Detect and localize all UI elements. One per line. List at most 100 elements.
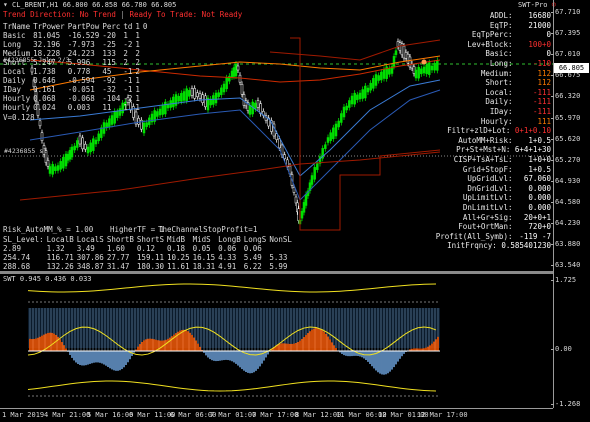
risk-table-header-cell: LocalB bbox=[46, 235, 74, 244]
risk-table-header-cell: LongS bbox=[243, 235, 267, 244]
candle-body bbox=[340, 113, 343, 123]
osc-upper-line bbox=[27, 283, 437, 293]
candle-body bbox=[116, 111, 119, 118]
candle-body bbox=[292, 187, 296, 193]
info-label: AutoMM+Risk: bbox=[458, 135, 517, 145]
tr-table-cell: 0.068 bbox=[33, 94, 56, 103]
tr-table-cell: 115 bbox=[102, 58, 116, 67]
candle-body bbox=[108, 118, 111, 127]
info-value: 21000 bbox=[528, 20, 551, 30]
tr-table-header-cell: td bbox=[123, 22, 133, 31]
candle-body bbox=[324, 144, 327, 149]
risk-table-header-row: SL_Level: LocalB LocalS ShortB ShortS MidB Mid… bbox=[3, 235, 295, 244]
candle-body bbox=[236, 65, 240, 71]
info-row: All+Gr+Sig: 20+0+1 bbox=[463, 213, 551, 222]
tr-table: TrName TrPower PartPow Perc td 1 0 Basic 81.045-… bbox=[3, 22, 150, 112]
info-row: Pr+St+Mst+N: 6+4+1+30 bbox=[456, 145, 551, 154]
candle-body bbox=[417, 66, 420, 79]
info-value: 720+0 bbox=[528, 222, 551, 232]
price-tick-label: 65.620 bbox=[550, 134, 581, 143]
candle-body bbox=[54, 166, 57, 171]
risk-table-cell: 288.68 bbox=[3, 262, 31, 271]
info-label: DnLimitLvl: bbox=[462, 203, 517, 212]
candle-body bbox=[428, 62, 431, 75]
info-label: EqTpPerc: bbox=[471, 30, 517, 40]
candle-body bbox=[185, 88, 188, 101]
tr-table-cell: Daily bbox=[3, 76, 26, 85]
tr-table-cell: -25 bbox=[102, 40, 116, 49]
risk-table-cell: 11.61 bbox=[167, 262, 190, 271]
risk-table-header-cell: NonSL bbox=[269, 235, 292, 244]
risk-table-cell: 5.99 bbox=[269, 262, 288, 271]
candle-body bbox=[406, 53, 410, 64]
info-row: Basic: 0 bbox=[485, 49, 551, 58]
info-row: Medium: 112 bbox=[481, 69, 551, 78]
time-scale[interactable]: 1 Mar 2019 4 Mar 21:00 5 Mar 16:00 6 Mar 11… bbox=[0, 408, 553, 422]
candle-body bbox=[78, 135, 82, 145]
risk-table-row: 2.89 1.32 3.49 1.60 0.12 0.18 0.05 0.06 0.06 bbox=[3, 244, 295, 253]
tr-table-cell: 1 bbox=[135, 31, 140, 40]
candle-body bbox=[228, 75, 231, 82]
price-scale[interactable]: 67.710 67.395 67.010 66.675 66.320 65.970 65.6… bbox=[550, 0, 590, 408]
info-label: DnGridLvl: bbox=[467, 183, 517, 193]
info-label: Profit(All_Symb): bbox=[435, 231, 517, 241]
tr-table-cell: 1 bbox=[135, 76, 140, 85]
candle-body bbox=[348, 100, 351, 108]
time-tick-label: 4 Mar 21:00 bbox=[44, 411, 91, 419]
risk-table-cell: 180.30 bbox=[136, 262, 165, 271]
info-label: Long: bbox=[489, 59, 517, 68]
candle-body bbox=[158, 108, 162, 116]
price-tick-label: 67.395 bbox=[550, 29, 581, 38]
risk-table-row: 288.68 132.26 348.87 31.47 180.30 11.61 18.31 4… bbox=[3, 262, 295, 271]
candle-body bbox=[46, 160, 50, 167]
osc-tick-label: -1.268 bbox=[550, 400, 581, 408]
candle-body bbox=[326, 137, 330, 143]
candle-body bbox=[350, 95, 354, 105]
info-value: -110 bbox=[532, 59, 551, 68]
candle-body bbox=[334, 123, 338, 137]
info-value: 16680 bbox=[528, 11, 551, 20]
info-value: 0 bbox=[546, 49, 551, 59]
info-row: CISP+TsA+TsL: 1+0+0 bbox=[454, 155, 551, 164]
candle-body bbox=[420, 68, 423, 75]
tr-table-header-row: TrName TrPower PartPow Perc td 1 0 bbox=[3, 22, 150, 31]
candle-body bbox=[201, 94, 204, 103]
candle-body bbox=[345, 105, 348, 111]
risk-table-header-cell: LongB bbox=[218, 235, 241, 244]
tr-table-cell: 2 bbox=[123, 49, 128, 58]
oscillator-pane[interactable]: SWT 0.945 0.436 0.033 bbox=[0, 274, 553, 408]
candle-body bbox=[70, 146, 74, 158]
tr-table-cell: -0.068 bbox=[67, 94, 95, 103]
info-row: AutoMM+Risk: 1+0.5 bbox=[458, 136, 551, 145]
current-price-dot bbox=[421, 59, 427, 65]
risk-table-cell: 10.25 bbox=[167, 253, 190, 262]
tr-table-cell: 1 bbox=[135, 103, 140, 112]
status-line: Trend Direction: No Trend | Ready To Tra… bbox=[3, 10, 243, 19]
candle-body bbox=[392, 56, 396, 67]
candle-body bbox=[353, 92, 356, 105]
price-chart-pane[interactable]: CL_BRENT,H1 66.800 66.858 66.780 66.805 … bbox=[0, 0, 556, 271]
risk-table-cell: 27.77 bbox=[106, 253, 130, 262]
time-tick-label: 7 Mar 17:00 bbox=[252, 411, 299, 419]
osc-tick-label: 1.725 bbox=[550, 276, 577, 284]
tr-table-header-cell: TrName bbox=[3, 22, 31, 31]
info-label: All+Gr+Sig: bbox=[462, 212, 517, 222]
info-label: Hourly: bbox=[480, 116, 517, 126]
risk-table-cell: 0.05 bbox=[192, 244, 211, 253]
info-row: EqTP: 21000 bbox=[490, 21, 551, 30]
candle-body bbox=[422, 66, 426, 74]
tr-table-cell: -92 bbox=[102, 76, 116, 85]
oscillator-title: SWT 0.945 0.436 0.033 bbox=[3, 275, 92, 283]
tr-table-cell: Local bbox=[3, 67, 26, 76]
candle-body bbox=[313, 167, 316, 180]
price-tick-label: 67.710 bbox=[550, 8, 581, 16]
risk-table-cell: 307.86 bbox=[76, 253, 104, 262]
candle-body bbox=[110, 115, 114, 125]
symbol-title: CL_BRENT,H1 66.800 66.858 66.780 66.805 bbox=[12, 1, 177, 9]
candle-body bbox=[73, 145, 76, 151]
info-value: 0.000 bbox=[528, 203, 551, 212]
tr-table-cell bbox=[143, 103, 151, 112]
info-value: 0.585401230 bbox=[501, 241, 551, 251]
candle-body bbox=[232, 67, 236, 77]
tr-table-cell: -20 bbox=[102, 31, 116, 40]
